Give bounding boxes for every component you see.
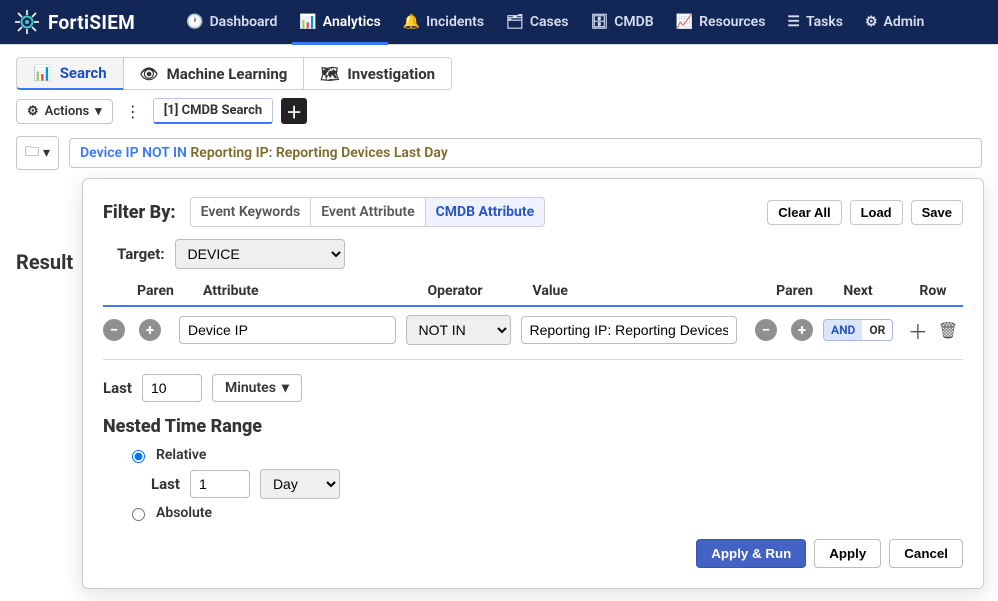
list-icon: ☰: [787, 14, 800, 30]
nav-cmdb[interactable]: 🗄CMDB: [579, 0, 664, 44]
col-operator: Operator: [428, 283, 523, 299]
eye-icon: 👁: [140, 65, 159, 83]
filter-by-label: Filter By:: [103, 202, 176, 223]
apply-run-button[interactable]: Apply & Run: [696, 539, 806, 568]
nested-fields: Last Day: [151, 469, 963, 499]
col-paren2: Paren: [757, 283, 813, 299]
nested-absolute-radio[interactable]: [132, 508, 145, 521]
nav-items: 🕐Dashboard 📊Analytics 🔔Incidents 🗂Cases …: [175, 0, 935, 44]
operator-select[interactable]: NOT IN: [406, 315, 511, 345]
last-label: Last: [103, 379, 132, 397]
delete-row-icon[interactable]: 🗑: [938, 321, 958, 340]
col-row: Row: [903, 283, 963, 299]
query-summary[interactable]: Device IP NOT IN Reporting IP: Reporting…: [69, 138, 982, 168]
analytics-subtabs: 📊 Search 👁 Machine Learning 🗺 Investigat…: [0, 45, 998, 94]
target-label: Target:: [117, 245, 165, 263]
chevron-down-icon: ▾: [282, 380, 289, 396]
filter-panel: Filter By: Event Keywords Event Attribut…: [82, 178, 984, 589]
time-count-input[interactable]: [142, 374, 202, 402]
query-op: NOT IN: [142, 145, 187, 161]
briefcase-icon: 🗂: [506, 14, 524, 30]
bars-icon: 📈: [676, 14, 693, 30]
col-next: Next: [823, 283, 893, 299]
add-paren2-button[interactable]: +: [791, 319, 813, 341]
add-search-tab-button[interactable]: ＋: [281, 98, 307, 124]
subtab-machine-learning[interactable]: 👁 Machine Learning: [124, 57, 305, 90]
brand: FortiSIEM: [14, 9, 135, 35]
filter-tab-event-attribute[interactable]: Event Attribute: [311, 197, 425, 227]
folder-button[interactable]: 🗀 ▾: [16, 136, 59, 170]
subtab-investigation[interactable]: 🗺 Investigation: [304, 57, 452, 90]
bell-icon: 🔔: [403, 14, 420, 30]
gear-icon: ⚙: [27, 104, 39, 119]
chevron-down-icon: ▾: [95, 104, 102, 119]
time-unit-button[interactable]: Minutes ▾: [212, 374, 302, 402]
nav-cases[interactable]: 🗂Cases: [495, 0, 579, 44]
value-input[interactable]: [521, 316, 738, 344]
target-select[interactable]: DEVICE: [175, 239, 345, 269]
results-heading: Result: [16, 250, 73, 274]
brand-text: FortiSIEM: [48, 11, 135, 34]
apply-button[interactable]: Apply: [814, 539, 881, 568]
add-paren-button[interactable]: +: [139, 319, 161, 341]
filter-tab-cmdb-attribute[interactable]: CMDB Attribute: [426, 197, 546, 227]
db-icon: 🗄: [590, 14, 608, 30]
folder-icon: 🗀: [25, 141, 39, 165]
top-nav: FortiSIEM 🕐Dashboard 📊Analytics 🔔Inciden…: [0, 0, 998, 44]
kebab-icon[interactable]: ⋮: [121, 102, 145, 121]
clear-all-button[interactable]: Clear All: [767, 200, 841, 225]
remove-paren2-button[interactable]: −: [755, 319, 777, 341]
target-row: Target: DEVICE: [103, 239, 963, 269]
nav-incidents[interactable]: 🔔Incidents: [392, 0, 495, 44]
nested-relative-row[interactable]: Relative: [127, 447, 963, 463]
query-summary-row: 🗀 ▾ Device IP NOT IN Reporting IP: Repor…: [0, 132, 998, 178]
col-paren: Paren: [137, 283, 193, 299]
nav-dashboard[interactable]: 🕐Dashboard: [175, 0, 288, 44]
nested-relative-radio[interactable]: [132, 450, 145, 463]
chart-icon: 📊: [33, 64, 52, 82]
query-row-1: − + NOT IN − + AND OR: [103, 307, 963, 360]
nav-tasks[interactable]: ☰Tasks: [776, 0, 854, 44]
add-row-icon[interactable]: ＋: [908, 316, 928, 345]
search-tab-chip[interactable]: [1] CMDB Search: [153, 98, 273, 124]
filter-tab-keywords[interactable]: Event Keywords: [190, 197, 312, 227]
actions-button[interactable]: ⚙ Actions ▾: [16, 99, 113, 124]
nested-absolute-row[interactable]: Absolute: [127, 505, 963, 521]
chart-icon: 📊: [299, 14, 316, 30]
query-attr: Device IP: [80, 145, 139, 161]
next-or[interactable]: OR: [862, 320, 892, 340]
nested-title: Nested Time Range: [103, 416, 963, 437]
col-attribute: Attribute: [203, 283, 418, 299]
nested-unit-select[interactable]: Day: [260, 469, 340, 499]
col-value: Value: [533, 283, 748, 299]
panel-actions: Apply & Run Apply Cancel: [103, 539, 963, 568]
time-row: Last Minutes ▾: [103, 374, 963, 402]
dashboard-icon: 🕐: [186, 14, 203, 30]
nested-count-input[interactable]: [190, 470, 250, 498]
attribute-input[interactable]: [179, 316, 396, 344]
chevron-down-icon: ▾: [43, 145, 50, 161]
load-button[interactable]: Load: [850, 200, 903, 225]
remove-paren-button[interactable]: −: [103, 319, 125, 341]
subtab-search[interactable]: 📊 Search: [16, 57, 124, 90]
query-val: Reporting IP: Reporting Devices Last Day: [190, 145, 447, 161]
nav-resources[interactable]: 📈Resources: [665, 0, 777, 44]
save-button[interactable]: Save: [911, 200, 963, 225]
brand-icon: [14, 9, 40, 35]
next-toggle[interactable]: AND OR: [823, 319, 893, 341]
next-and[interactable]: AND: [824, 320, 862, 340]
nested-last-label: Last: [151, 475, 180, 493]
nav-analytics[interactable]: 📊Analytics: [288, 0, 391, 44]
filter-tabs: Event Keywords Event Attribute CMDB Attr…: [190, 197, 546, 227]
nav-admin[interactable]: ⚙Admin: [854, 0, 935, 44]
search-toolbar: ⚙ Actions ▾ ⋮ [1] CMDB Search ＋: [0, 94, 998, 132]
graph-icon: 🗺: [320, 65, 339, 83]
gears-icon: ⚙: [865, 14, 878, 30]
cancel-button[interactable]: Cancel: [889, 539, 963, 568]
query-table-head: Paren Attribute Operator Value Paren Nex…: [103, 279, 963, 307]
